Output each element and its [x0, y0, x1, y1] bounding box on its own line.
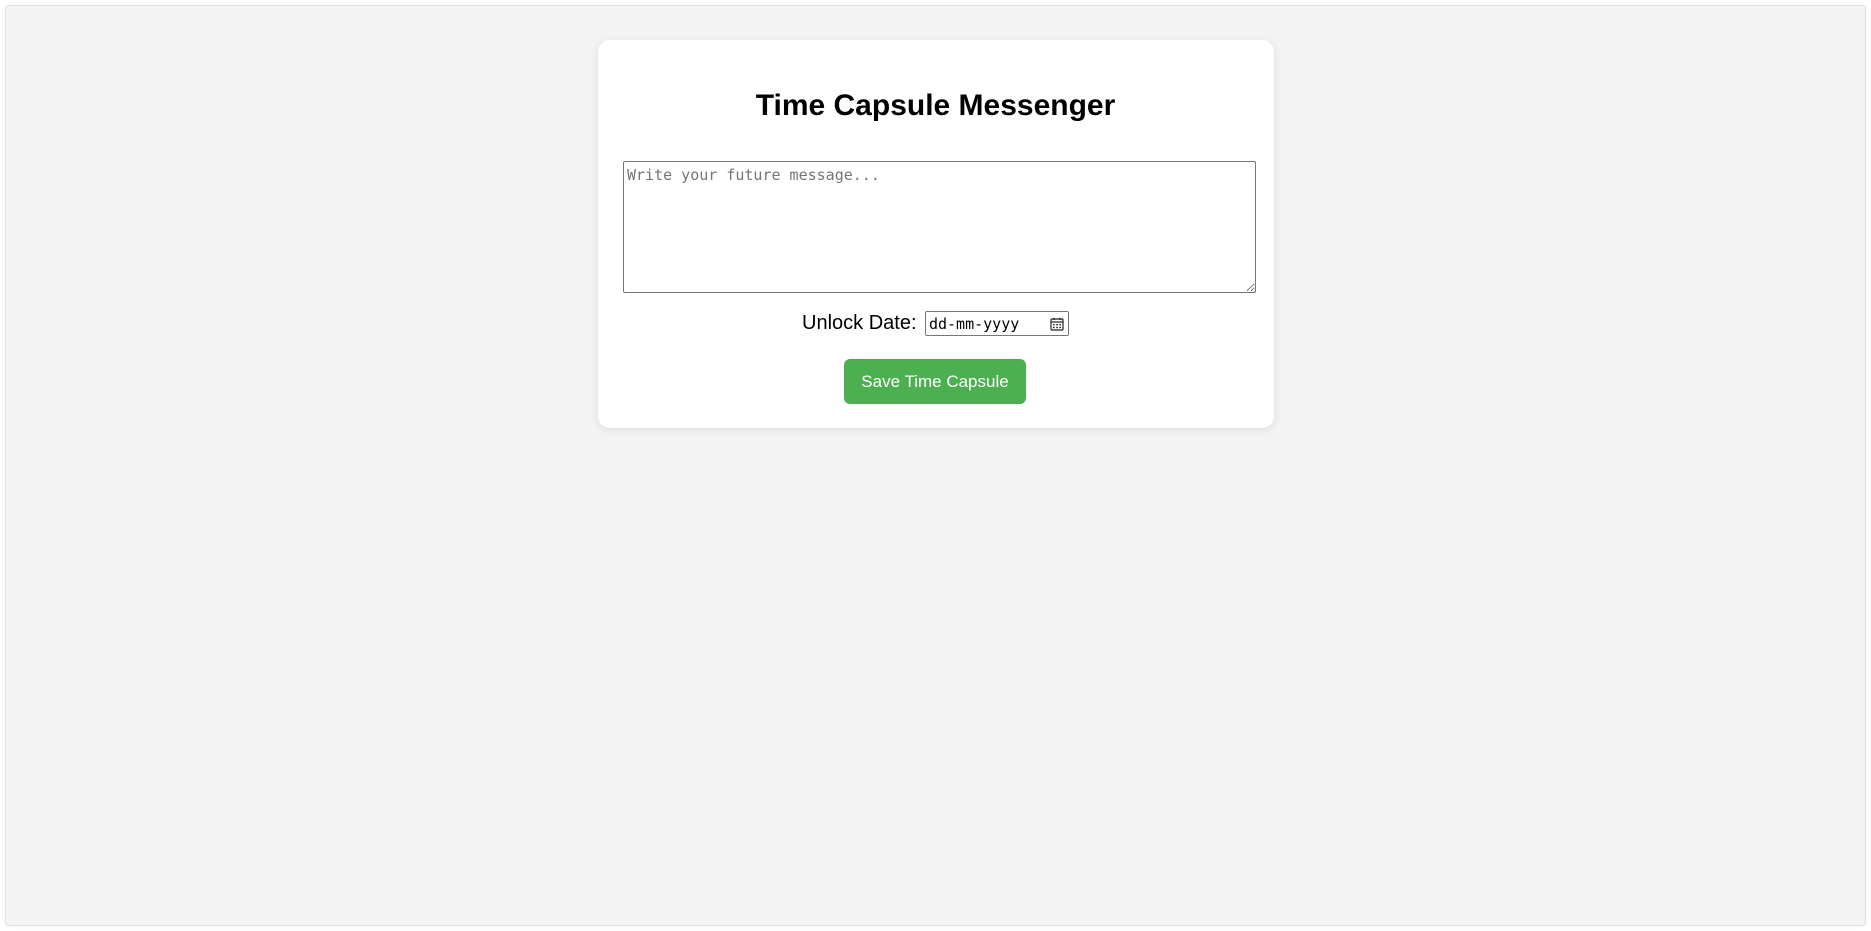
unlock-date-row: Unlock Date: dd-mm-yyyy [0, 310, 1871, 336]
save-time-capsule-button[interactable]: Save Time Capsule [844, 359, 1026, 404]
page-title: Time Capsule Messenger [755, 89, 1116, 122]
calendar-icon[interactable] [1050, 317, 1064, 331]
message-textarea[interactable] [623, 161, 1256, 293]
unlock-date-input[interactable]: dd-mm-yyyy [924, 310, 1069, 336]
unlock-date-placeholder: dd-mm-yyyy [928, 314, 1020, 333]
unlock-date-label: Unlock Date: [802, 312, 917, 334]
